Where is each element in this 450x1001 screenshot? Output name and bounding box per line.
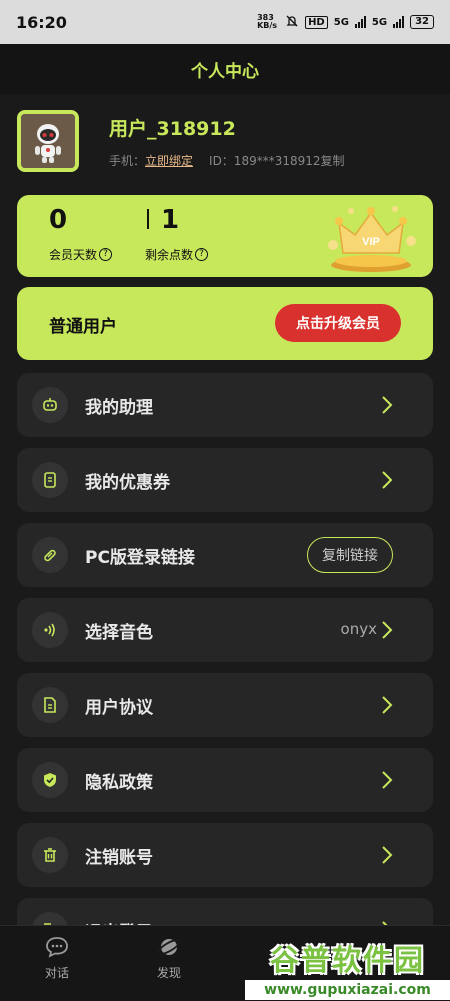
coupon-icon	[32, 462, 68, 498]
page-title: 个人中心	[191, 61, 259, 82]
watermark-url: www.gupuxiazai.com	[245, 980, 450, 1000]
user-id-copy[interactable]: ID：189***318912复制	[209, 152, 345, 169]
chevron-right-icon	[382, 396, 393, 414]
profile-meta: 手机： 立即绑定 ID：189***318912复制	[109, 152, 345, 169]
menu-item-delete-account[interactable]: 注销账号	[17, 823, 433, 887]
menu-label: 隐私政策	[85, 773, 153, 793]
phone-label: 手机：	[109, 154, 146, 168]
menu-item-user-agreement[interactable]: 用户协议	[17, 673, 433, 737]
menu-item-coupons[interactable]: 我的优惠券	[17, 448, 433, 512]
menu-item-pc-login-link[interactable]: PC版登录链接 复制链接	[17, 523, 433, 587]
signal-2-label: 5G	[371, 16, 388, 28]
link-icon	[32, 537, 68, 573]
voice-icon	[32, 612, 68, 648]
chevron-right-icon	[382, 621, 393, 639]
member-level-card: 普通用户 点击升级会员	[17, 287, 433, 360]
shield-icon	[32, 762, 68, 798]
copy-link-button[interactable]: 复制链接	[307, 537, 393, 573]
signal-1-icon	[354, 16, 366, 28]
help-icon[interactable]: ?	[99, 248, 113, 261]
signal-1-label: 5G	[333, 16, 349, 28]
watermark: 谷普软件园 www.gupuxiazai.com	[245, 938, 450, 1001]
vip-stats-card[interactable]: 0 1 会员天数 ? 剩余点数 ? VIP	[17, 195, 433, 277]
points-label-group[interactable]: 剩余点数 ?	[145, 246, 209, 263]
upgrade-member-button[interactable]: 点击升级会员	[275, 304, 401, 342]
tab-discover[interactable]: 发现	[139, 934, 199, 981]
signal-2-icon	[393, 16, 405, 28]
title-bar: 个人中心	[0, 44, 450, 94]
planet-icon	[157, 939, 181, 955]
menu-label: 注销账号	[85, 848, 153, 868]
chevron-right-icon	[382, 696, 393, 714]
chevron-right-icon	[382, 471, 393, 489]
net-speed: 383 KB/s	[257, 13, 278, 30]
bind-phone-link[interactable]: 立即绑定	[145, 152, 193, 169]
menu-label: PC版登录链接	[85, 548, 195, 568]
menu-label: 用户协议	[85, 698, 153, 718]
watermark-title: 谷普软件园	[269, 943, 425, 977]
member-days-label: 会员天数	[49, 248, 98, 262]
status-icons: 383 KB/s HD 5G 5G 32	[257, 14, 434, 31]
chevron-right-icon	[382, 846, 393, 864]
member-days-value: 0	[49, 205, 68, 235]
member-level-label: 普通用户	[49, 317, 117, 337]
menu-label: 选择音色	[85, 623, 153, 643]
menu-item-privacy-policy[interactable]: 隐私政策	[17, 748, 433, 812]
menu-item-assistant[interactable]: 我的助理	[17, 373, 433, 437]
tab-discover-label: 发现	[156, 966, 181, 980]
chat-icon	[46, 937, 68, 958]
points-value: 1	[161, 205, 180, 235]
hd-badge: HD	[305, 15, 328, 29]
profile-section: 用户_318912 手机： 立即绑定 ID：189***318912复制	[17, 108, 433, 174]
menu-label: 我的助理	[85, 398, 153, 418]
menu-item-voice[interactable]: 选择音色 onyx	[17, 598, 433, 662]
vip-badge-text: VIP	[362, 236, 380, 248]
member-days-label-group[interactable]: 会员天数 ?	[49, 246, 113, 263]
stats-divider	[147, 209, 149, 229]
document-icon	[32, 687, 68, 723]
robot-icon	[32, 387, 68, 423]
chevron-right-icon	[382, 771, 393, 789]
help-icon[interactable]: ?	[195, 248, 209, 261]
tab-chat[interactable]: 对话	[27, 934, 87, 981]
status-bar: 16:20 383 KB/s HD 5G 5G 32	[0, 0, 450, 44]
status-time: 16:20	[16, 12, 67, 32]
menu-label: 我的优惠券	[85, 473, 170, 493]
tab-chat-label: 对话	[44, 966, 69, 980]
trash-icon	[32, 837, 68, 873]
robot-avatar-icon	[21, 114, 75, 168]
voice-value: onyx	[340, 620, 377, 638]
points-label: 剩余点数	[145, 248, 194, 262]
vip-crown-icon: VIP	[328, 206, 416, 272]
username: 用户_318912	[109, 118, 236, 140]
battery-icon: 32	[410, 15, 434, 29]
avatar[interactable]	[17, 110, 79, 172]
mute-bell-icon	[285, 14, 299, 31]
